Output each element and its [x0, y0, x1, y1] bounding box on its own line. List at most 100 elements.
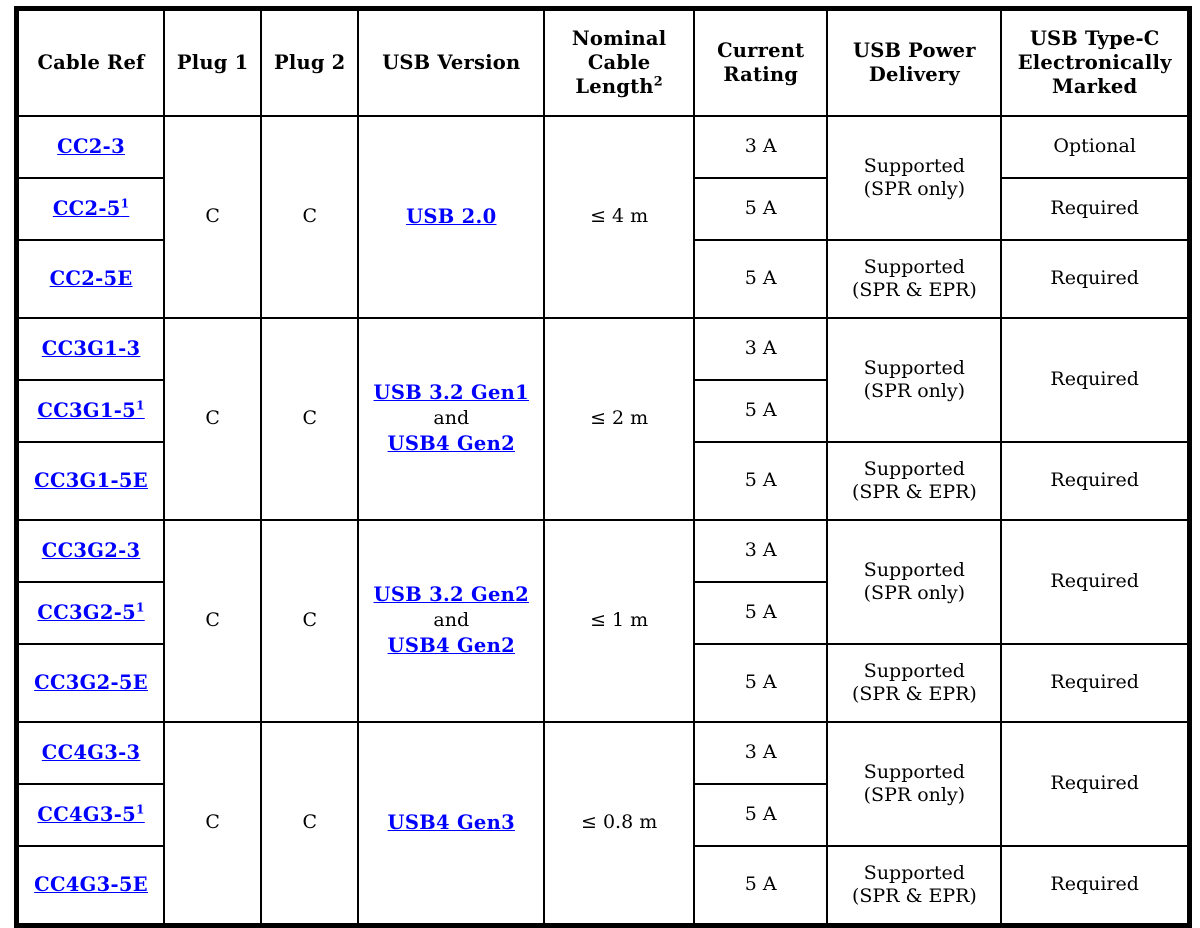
power-delivery-line-1: Supported — [863, 861, 965, 884]
cable-length-cell: ≤ 2 m — [543, 317, 695, 521]
cable-ref-cell[interactable]: CC3G2-5E — [15, 643, 166, 723]
usb-version-conjunction: and — [433, 609, 470, 632]
usb-version-link[interactable]: USB4 Gen2 — [388, 634, 515, 659]
cable-ref-link[interactable]: CC4G3-51 — [37, 803, 144, 826]
cable-ref-cell[interactable]: CC3G1-3 — [15, 317, 166, 381]
column-header-nominal-cable-length: Nominal Cable Length2 — [543, 7, 695, 117]
power-delivery-line-1: Supported — [863, 659, 965, 682]
power-delivery-line-1: Supported — [863, 356, 965, 379]
plug-1-cell: C — [163, 721, 263, 927]
power-delivery-line-1: Supported — [863, 154, 965, 177]
usb-version-link[interactable]: USB 2.0 — [406, 205, 496, 230]
power-delivery-line-2: (SPR only) — [863, 380, 966, 402]
header-current-line-2: Rating — [723, 63, 799, 86]
usb-version-link[interactable]: USB 3.2 Gen1 — [374, 381, 529, 406]
electronically-marked-cell: Optional — [1000, 115, 1191, 179]
column-header-cable-ref: Cable Ref — [15, 7, 166, 117]
column-header-usb-power-delivery: USB Power Delivery — [826, 7, 1003, 117]
usb-version-stack: USB 3.2 Gen2 and USB4 Gen2 — [362, 583, 540, 658]
header-row: Cable Ref Plug 1 Plug 2 USB Version Nomi… — [15, 7, 1191, 117]
current-rating-cell: 3 A — [692, 519, 829, 583]
power-delivery-cell: Supported (SPR & EPR) — [826, 441, 1003, 521]
power-delivery-cell: Supported (SPR only) — [826, 721, 1003, 847]
power-delivery-line-1: Supported — [863, 760, 965, 783]
power-delivery-cell: Supported (SPR only) — [826, 317, 1003, 443]
usb-version-cell[interactable]: USB4 Gen3 — [357, 721, 546, 927]
plug-2-cell: C — [260, 519, 360, 723]
cable-ref-link[interactable]: CC3G2-51 — [37, 601, 144, 624]
cable-length-cell: ≤ 0.8 m — [543, 721, 695, 927]
power-delivery-line-1: Supported — [863, 255, 965, 278]
cable-ref-link[interactable]: CC2-51 — [53, 197, 130, 220]
usb-version-link[interactable]: USB4 Gen3 — [388, 811, 515, 836]
current-rating-cell: 5 A — [692, 379, 829, 443]
cable-ref-cell[interactable]: CC4G3-3 — [15, 721, 166, 785]
current-rating-cell: 5 A — [692, 441, 829, 521]
footnote-marker-1: 1 — [120, 196, 130, 211]
cable-ref-link[interactable]: CC3G1-51 — [37, 399, 144, 422]
header-pd-line-2: Delivery — [868, 63, 960, 86]
cable-ref-cell[interactable]: CC4G3-5E — [15, 845, 166, 927]
power-delivery-cell: Supported (SPR & EPR) — [826, 845, 1003, 927]
header-em-line-2: Electronically — [1017, 51, 1172, 75]
electronically-marked-cell: Required — [1000, 721, 1191, 847]
column-header-usb-type-c-electronically-marked: USB Type-C Electronically Marked — [1000, 7, 1191, 117]
header-current-line-1: Current — [717, 39, 805, 63]
cable-ref-link[interactable]: CC3G1-3 — [42, 337, 141, 360]
cable-ref-link[interactable]: CC2-5E — [50, 267, 133, 290]
footnote-marker-1: 1 — [136, 398, 145, 413]
usb-version-link[interactable]: USB 3.2 Gen2 — [374, 583, 529, 608]
electronically-marked-cell: Required — [1000, 845, 1191, 927]
power-delivery-line-2: (SPR only) — [863, 582, 966, 604]
cable-length-cell: ≤ 1 m — [543, 519, 695, 723]
current-rating-cell: 5 A — [692, 239, 829, 319]
current-rating-cell: 5 A — [692, 581, 829, 645]
usb-version-cell[interactable]: USB 3.2 Gen2 and USB4 Gen2 — [357, 519, 546, 723]
power-delivery-cell: Supported (SPR only) — [826, 115, 1003, 241]
electronically-marked-cell: Required — [1000, 643, 1191, 723]
current-rating-cell: 3 A — [692, 317, 829, 381]
usb-version-cell[interactable]: USB 2.0 — [357, 115, 546, 319]
power-delivery-line-2: (SPR & EPR) — [851, 885, 977, 907]
power-delivery-cell: Supported (SPR only) — [826, 519, 1003, 645]
current-rating-cell: 5 A — [692, 783, 829, 847]
cable-ref-cell[interactable]: CC3G2-3 — [15, 519, 166, 583]
electronically-marked-cell: Required — [1000, 177, 1191, 241]
cable-ref-cell[interactable]: CC3G1-51 — [15, 379, 166, 443]
header-length-line-3-text: Length — [575, 74, 654, 98]
header-length-line-3: Length2 — [548, 75, 690, 99]
usb-version-conjunction: and — [433, 407, 470, 430]
header-length-line-2: Cable — [587, 51, 651, 75]
power-delivery-line-2: (SPR & EPR) — [851, 683, 977, 705]
cable-ref-link[interactable]: CC4G3-3 — [42, 741, 141, 764]
current-rating-cell: 5 A — [692, 643, 829, 723]
cable-ref-link[interactable]: CC2-3 — [57, 135, 125, 158]
cable-ref-link[interactable]: CC3G1-5E — [34, 469, 148, 492]
electronically-marked-cell: Required — [1000, 519, 1191, 645]
plug-2-cell: C — [260, 115, 360, 319]
cable-ref-cell[interactable]: CC2-5E — [15, 239, 166, 319]
table-row: CC3G1-3 C C USB 3.2 Gen1 and USB4 Gen2 ≤ 2 m3 … — [15, 317, 1191, 521]
plug-1-cell: C — [163, 317, 263, 521]
cable-ref-cell[interactable]: CC2-51 — [15, 177, 166, 241]
table-header: Cable Ref Plug 1 Plug 2 USB Version Nomi… — [15, 7, 1191, 117]
header-length-line-1: Nominal — [571, 27, 667, 51]
current-rating-cell: 5 A — [692, 845, 829, 927]
cable-ref-cell[interactable]: CC3G1-5E — [15, 441, 166, 521]
cable-ref-cell[interactable]: CC2-3 — [15, 115, 166, 179]
cable-ref-link[interactable]: CC3G2-5E — [34, 671, 148, 694]
cable-ref-link[interactable]: CC3G2-3 — [42, 539, 141, 562]
usb-version-stack: USB 2.0 — [362, 205, 540, 230]
footnote-marker-1: 1 — [136, 600, 145, 615]
power-delivery-line-1: Supported — [863, 457, 965, 480]
column-header-current-rating: Current Rating — [692, 7, 829, 117]
usb-version-cell[interactable]: USB 3.2 Gen1 and USB4 Gen2 — [357, 317, 546, 521]
footnote-marker-2: 2 — [653, 74, 663, 90]
current-rating-cell: 3 A — [692, 115, 829, 179]
cable-ref-link[interactable]: CC4G3-5E — [34, 873, 148, 896]
cable-ref-cell[interactable]: CC3G2-51 — [15, 581, 166, 645]
cable-ref-cell[interactable]: CC4G3-51 — [15, 783, 166, 847]
electronically-marked-cell: Required — [1000, 317, 1191, 443]
usb-version-link[interactable]: USB4 Gen2 — [388, 432, 515, 457]
plug-2-cell: C — [260, 317, 360, 521]
